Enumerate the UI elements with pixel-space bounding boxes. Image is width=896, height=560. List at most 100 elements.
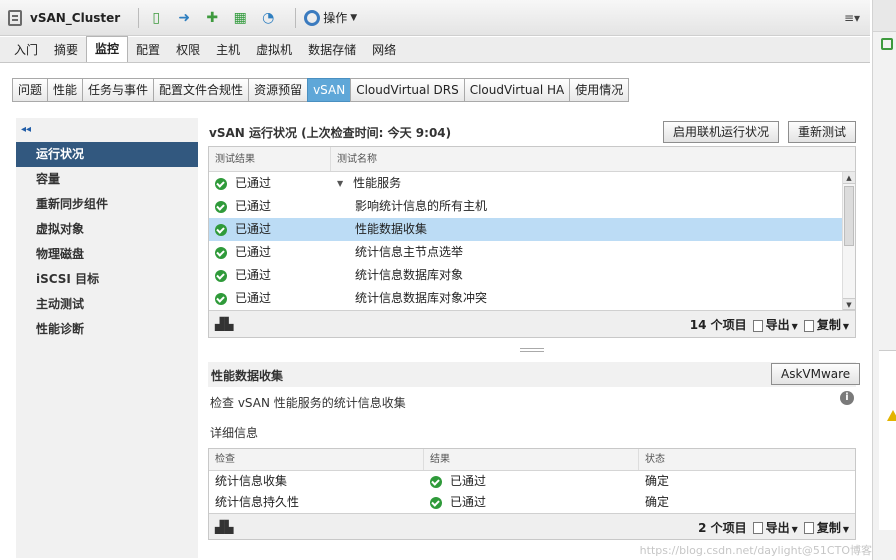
sidebar-item-proactive-tests[interactable]: 主动测试	[16, 292, 198, 317]
result-cell: 已通过	[424, 471, 639, 492]
subtab-utilization[interactable]: 使用情况	[569, 78, 630, 102]
sidebar-item-capacity[interactable]: 容量	[16, 167, 198, 192]
footer-actions: 14 个项目 导出 ▼ 复制 ▼	[690, 311, 849, 338]
retest-button[interactable]: 重新测试	[788, 121, 857, 143]
name-cell: 统计信息数据库对象	[331, 264, 841, 287]
right-lower-panel	[879, 350, 896, 530]
tab-networks[interactable]: 网络	[364, 38, 404, 62]
test-name: 性能数据收集	[355, 222, 428, 236]
askvmware-button[interactable]: AskVMware	[771, 363, 861, 385]
subtab-tasks-events[interactable]: 任务与事件	[82, 78, 155, 102]
collapse-icon[interactable]: ◂◂	[21, 124, 31, 135]
export-icon	[752, 319, 763, 332]
status-cell: 确定	[645, 495, 670, 509]
enable-online-health-button[interactable]: 启用联机运行状况	[663, 121, 780, 143]
detail-table: 检查 结果 状态 统计信息收集 已通过 确定 统计信息持久性 已通过 确定 ▟▙…	[208, 448, 856, 540]
col-check[interactable]: 检查	[209, 449, 424, 470]
table-row[interactable]: 已通过 ▼ 性能服务	[209, 172, 855, 195]
deploy-ovf-icon[interactable]: ◔	[259, 9, 277, 27]
actions-menu[interactable]: 操作 ▼	[304, 9, 357, 26]
scroll-up-icon[interactable]: ▲	[843, 172, 855, 184]
object-title: vSAN_Cluster	[30, 10, 121, 25]
binoculars-icon[interactable]: ▟▙	[215, 317, 233, 331]
cluster-icon	[8, 9, 22, 26]
sidebar-item-resync[interactable]: 重新同步组件	[16, 192, 198, 217]
add-host-icon[interactable]: ▯	[147, 9, 165, 27]
new-vapp-icon[interactable]: ▦	[231, 9, 249, 27]
info-icon[interactable]: i	[840, 391, 854, 405]
tab-permissions[interactable]: 权限	[168, 38, 208, 62]
vertical-scrollbar[interactable]: ▲ ▼	[842, 172, 855, 310]
copy-button[interactable]: 复制 ▼	[803, 519, 849, 536]
subtab-performance[interactable]: 性能	[47, 78, 84, 102]
status-cell: 确定	[645, 474, 670, 488]
sidebar-item-physical-disks[interactable]: 物理磁盘	[16, 242, 198, 267]
panel-menu-icon[interactable]: ≡▾	[840, 8, 864, 28]
copy-icon	[803, 319, 814, 332]
result-cell: 已通过	[209, 195, 331, 218]
title-bar: vSAN_Cluster ▯ ➜ ✚ ▦ ◔ 操作 ▼ ≡▾	[0, 0, 870, 36]
sidebar-item-health[interactable]: 运行状况	[16, 142, 198, 167]
check-cell: 统计信息收集	[215, 474, 288, 488]
copy-button[interactable]: 复制 ▼	[803, 316, 849, 333]
name-cell: 统计信息主节点选举	[331, 241, 841, 264]
export-button[interactable]: 导出 ▼	[752, 519, 798, 536]
col-result[interactable]: 结果	[424, 449, 639, 470]
export-label: 导出	[765, 520, 790, 535]
col-status[interactable]: 状态	[639, 449, 855, 470]
col-test-name[interactable]: 测试名称	[331, 147, 841, 171]
subtab-issues[interactable]: 问题	[12, 78, 49, 102]
item-count: 14 个项目	[689, 318, 747, 332]
test-name: 统计信息数据库对象	[355, 268, 464, 282]
export-button[interactable]: 导出 ▼	[752, 316, 798, 333]
copy-label: 复制	[816, 520, 841, 535]
sidebar-item-iscsi[interactable]: iSCSI 目标	[16, 267, 198, 292]
result-cell: 已通过	[209, 172, 331, 195]
check-circle-icon	[215, 246, 227, 259]
result-text: 已通过	[235, 291, 272, 305]
table-row-selected[interactable]: 已通过 性能数据收集	[209, 218, 855, 241]
tab-getting-started[interactable]: 入门	[6, 38, 46, 62]
scroll-down-icon[interactable]: ▼	[843, 298, 855, 310]
binoculars-icon[interactable]: ▟▙	[215, 520, 233, 534]
table-row[interactable]: 统计信息收集 已通过 确定	[209, 471, 855, 492]
sidebar-item-virtual-objects[interactable]: 虚拟对象	[16, 217, 198, 242]
name-cell: 影响统计信息的所有主机	[331, 195, 841, 218]
table-row[interactable]: 已通过 统计信息主节点选举	[209, 241, 855, 264]
tab-hosts[interactable]: 主机	[208, 38, 248, 62]
table-row[interactable]: 已通过 影响统计信息的所有主机	[209, 195, 855, 218]
tab-configure[interactable]: 配置	[128, 38, 168, 62]
col-test-result[interactable]: 测试结果	[209, 147, 331, 171]
name-cell: 性能数据收集	[331, 218, 841, 241]
result-text: 已通过	[235, 245, 272, 259]
table-row[interactable]: 统计信息持久性 已通过 确定	[209, 492, 855, 513]
test-name: 影响统计信息的所有主机	[355, 199, 488, 213]
test-name: 性能服务	[353, 176, 402, 190]
subtab-vsan[interactable]: vSAN	[307, 78, 352, 102]
sidebar-item-perf-diagnostics[interactable]: 性能诊断	[16, 317, 198, 342]
tab-datastores[interactable]: 数据存储	[300, 38, 364, 62]
tab-summary[interactable]: 摘要	[46, 38, 86, 62]
table-row[interactable]: 已通过 统计信息数据库对象	[209, 264, 855, 287]
subtab-ha[interactable]: CloudVirtual HA	[463, 78, 571, 102]
result-text: 已通过	[235, 176, 272, 190]
subtab-drs[interactable]: CloudVirtual DRS	[350, 78, 465, 102]
move-host-icon[interactable]: ➜	[175, 9, 193, 27]
copy-label: 复制	[816, 318, 841, 332]
result-text: 已通过	[235, 222, 272, 236]
actions-label: 操作	[323, 11, 348, 25]
tab-vms[interactable]: 虚拟机	[248, 38, 300, 62]
pane-splitter[interactable]	[520, 348, 544, 352]
table-row[interactable]: 已通过 统计信息数据库对象冲突	[209, 287, 855, 310]
scroll-thumb[interactable]	[844, 186, 854, 246]
check-cell: 统计信息持久性	[215, 495, 300, 509]
right-panel-tab[interactable]	[873, 0, 896, 32]
subtab-profile-compliance[interactable]: 配置文件合规性	[153, 78, 250, 102]
tab-monitor[interactable]: 监控	[86, 36, 129, 62]
check-circle-icon	[430, 475, 442, 488]
item-count: 2 个项目	[698, 520, 747, 535]
expand-triangle-icon[interactable]: ▼	[337, 172, 343, 195]
new-vm-icon[interactable]: ✚	[203, 9, 221, 27]
result-cell: 已通过	[209, 241, 331, 264]
subtab-resource-reservation[interactable]: 资源预留	[248, 78, 309, 102]
